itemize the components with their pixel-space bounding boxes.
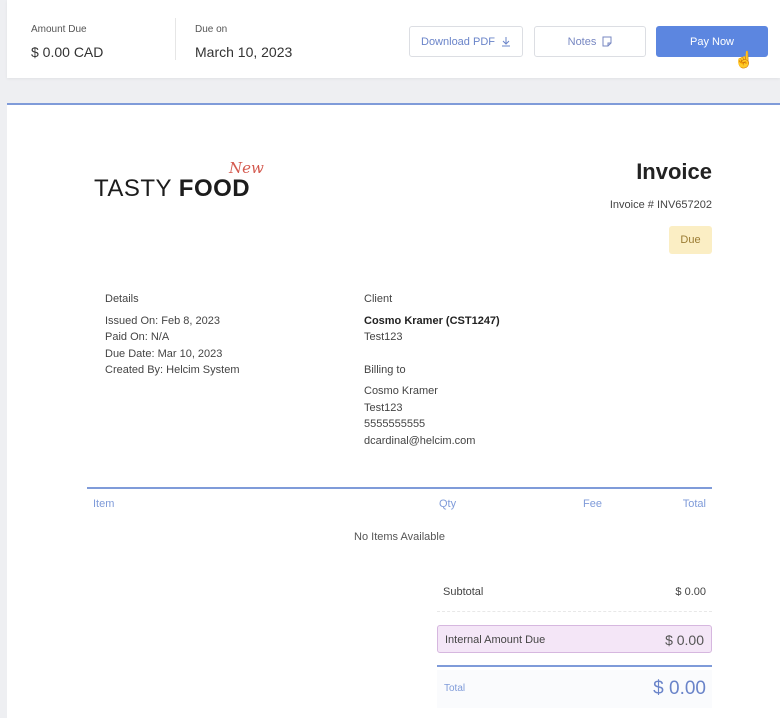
due-on-label: Due on [195, 24, 228, 35]
client-name: Cosmo Kramer (CST1247) [364, 314, 500, 327]
internal-amount-row: Internal Amount Due $ 0.00 [437, 625, 712, 653]
logo-word-food: FOOD [178, 175, 251, 202]
billing-phone: 5555555555 [364, 418, 426, 430]
due-on-value: March 10, 2023 [195, 44, 293, 60]
due-date: Due Date: Mar 10, 2023 [105, 347, 223, 360]
logo-word-tasty: TASTY [94, 175, 179, 202]
empty-items-message: No Items Available [354, 531, 445, 543]
details-header: Details [105, 293, 139, 305]
billing-company: Test123 [364, 401, 403, 414]
logo-new-tag: New [229, 159, 264, 177]
pay-now-label: Pay Now [689, 35, 735, 48]
issued-on: Issued On: Feb 8, 2023 [105, 314, 220, 327]
subtotal-label: Subtotal [443, 586, 484, 598]
download-pdf-label: Download PDF [421, 35, 495, 48]
items-table-header: Item Qty Fee Total [87, 489, 712, 517]
client-header: Client [364, 293, 393, 305]
company-logo: TASTY FOOD [94, 175, 250, 203]
amount-due-label: Amount Due [31, 24, 87, 35]
internal-amount-label: Internal Amount Due [445, 634, 546, 646]
billing-email: dcardinal@helcim.com [364, 434, 476, 447]
client-section: Client Cosmo Kramer (CST1247) Test123 Bi… [364, 291, 500, 449]
amount-due-value: $ 0.00 CAD [31, 44, 104, 60]
due-on-block: Due on March 10, 2023 [195, 24, 292, 60]
total-rule [437, 665, 712, 667]
invoice-document: TASTY FOOD New Invoice Invoice # INV6572… [7, 103, 780, 718]
download-icon [501, 37, 510, 47]
total-label: Total [444, 683, 466, 694]
total-row: Total $ 0.00 [437, 670, 712, 708]
amount-due-block: Amount Due $ 0.00 CAD [31, 24, 103, 60]
created-by: Created By: Helcim System [105, 364, 240, 376]
notes-button[interactable]: Notes [534, 26, 646, 57]
note-icon [602, 36, 612, 47]
hand-cursor-icon: ☝ [734, 52, 754, 69]
col-fee: Fee [583, 498, 602, 510]
col-total: Total [682, 498, 706, 510]
invoice-title: Invoice [636, 159, 712, 184]
col-item: Item [93, 498, 115, 510]
subtotal-value: $ 0.00 [675, 586, 706, 598]
total-value: $ 0.00 [653, 678, 706, 699]
client-company: Test123 [364, 331, 403, 343]
billing-name: Cosmo Kramer [364, 385, 438, 397]
download-pdf-button[interactable]: Download PDF [409, 26, 523, 57]
subtotal-row: Subtotal $ 0.00 [437, 584, 712, 612]
paid-on: Paid On: N/A [105, 331, 170, 343]
invoice-header-bar: Amount Due $ 0.00 CAD Due on March 10, 2… [7, 0, 780, 78]
header-divider [175, 18, 176, 60]
internal-amount-value: $ 0.00 [665, 632, 704, 648]
invoice-number: Invoice # INV657202 [609, 199, 712, 211]
billing-header: Billing to [364, 363, 406, 376]
col-qty: Qty [439, 498, 457, 510]
notes-label: Notes [567, 35, 597, 48]
details-section: Details Issued On: Feb 8, 2023 Paid On: … [105, 291, 239, 379]
status-badge: Due [669, 226, 712, 254]
